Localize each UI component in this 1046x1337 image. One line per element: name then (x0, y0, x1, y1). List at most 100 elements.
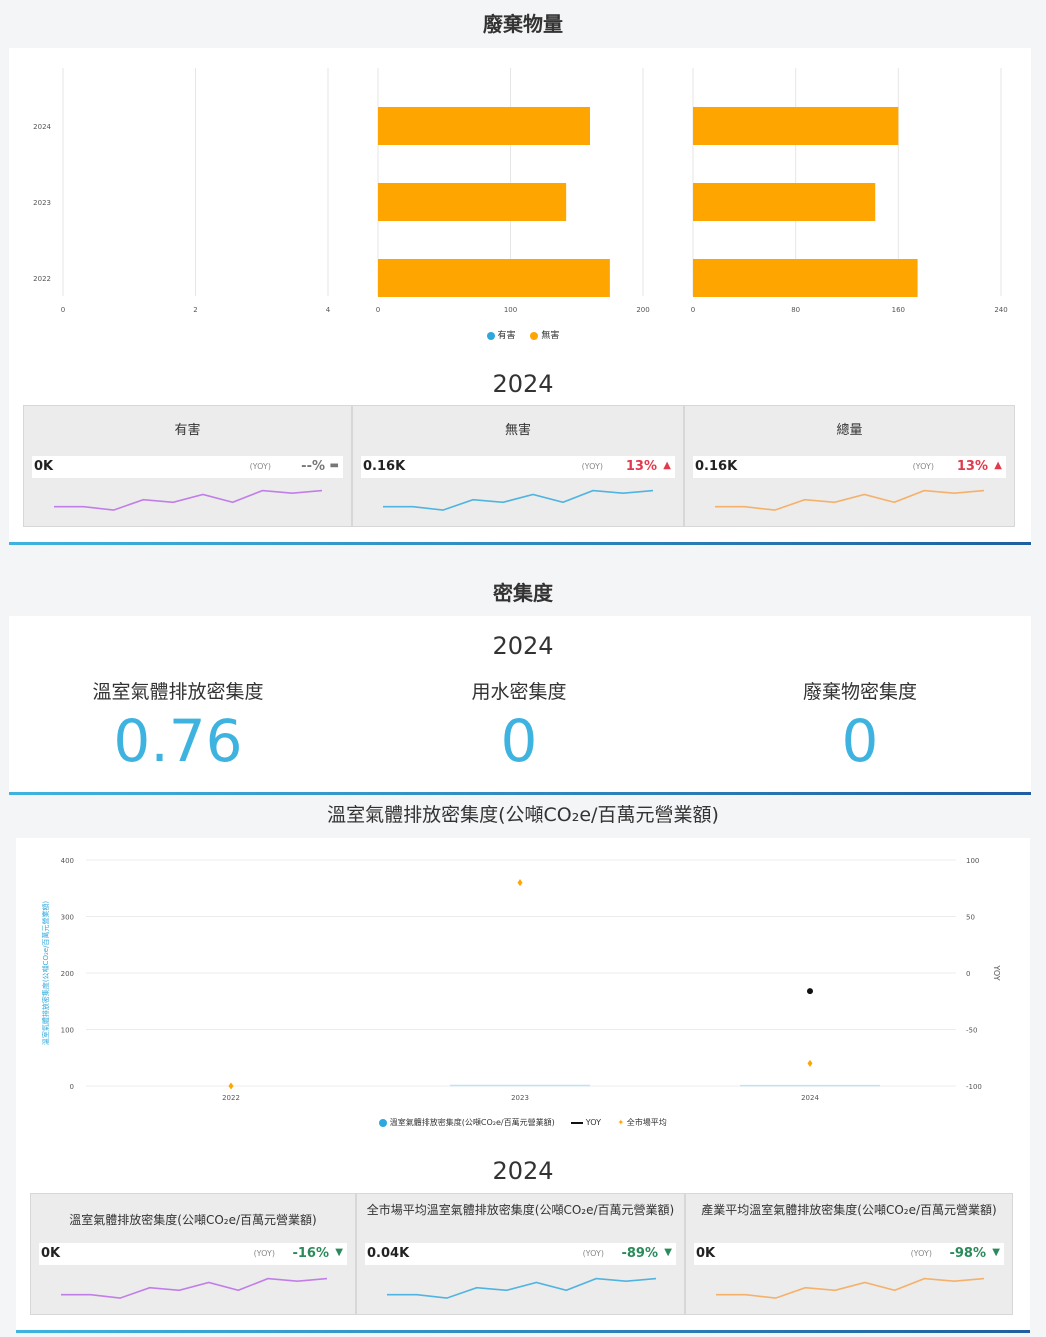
legend-item-yoy[interactable]: YOY (571, 1118, 603, 1127)
x-tick-label: 4 (326, 306, 331, 314)
y-tick-label: 2022 (33, 275, 51, 283)
kpi-row: 0K (YOY) -16% ▼ (39, 1243, 347, 1265)
density-section-title: 密集度 (493, 581, 553, 605)
kpi-yoy-value: 13% (956, 459, 988, 474)
ghg-legend: 溫室氣體排放密集度(公噸CO₂e/百萬元營業額) YOY ✦ 全市場平均 (0, 1117, 1046, 1128)
kpi-title: 無害 (504, 423, 531, 438)
kpi-card-nonhazardous[interactable]: 無害 0.16K (YOY) 13% ▲ (352, 405, 684, 527)
x-tick-label: 240 (994, 306, 1007, 314)
x-tick-label: 2 (193, 306, 197, 314)
legend-label-yoy: YOY (585, 1118, 601, 1127)
sparkline-path (715, 489, 985, 511)
series-market-avg-point (228, 1082, 234, 1090)
bar (378, 107, 590, 145)
legend-item-ghg[interactable]: 溫室氣體排放密集度(公噸CO₂e/百萬元營業額) (379, 1118, 557, 1127)
ghg-year: 2024 (492, 1157, 554, 1185)
waste-year: 2024 (492, 370, 554, 398)
sparkline-path (383, 489, 654, 511)
kpi-value: 0.04K (367, 1246, 410, 1261)
y-tick-label: 200 (61, 970, 74, 978)
x-tick-label: 0 (61, 306, 65, 314)
density-label-ghg: 溫室氣體排放密集度 (92, 681, 264, 703)
legend-dot-ghg (379, 1118, 388, 1127)
kpi-yoy-label: (YOY) (912, 462, 934, 471)
ghg-scatter-chart: 0 100 200 300 400 -100 -50 0 50 100 2022 2023 2024 溫室… (41, 857, 1001, 1102)
sparkline (61, 1277, 328, 1299)
kpi-yoy-value: 13% (625, 459, 657, 474)
x-tick-label: 2023 (511, 1094, 529, 1102)
x-tick-label: 2022 (222, 1094, 240, 1102)
kpi-row: 0K (YOY) -98% ▼ (694, 1243, 1004, 1265)
y-axis-label: 溫室氣體排放密集度(公噸CO₂e/百萬元營業額) (41, 901, 50, 1046)
bar (693, 183, 876, 221)
kpi-value: 0K (41, 1246, 61, 1261)
kpi-row: 0.16K (YOY) 13% ▲ (693, 456, 1006, 478)
x-tick-label: 100 (504, 306, 517, 314)
kpi-yoy-label: (YOY) (581, 462, 603, 471)
density-value-water: 0 (500, 707, 538, 775)
legend-item-market-avg[interactable]: ✦ 全市場平均 (618, 1118, 667, 1127)
kpi-yoy-value: -89% (621, 1246, 658, 1261)
sparkline (387, 1277, 657, 1299)
legend-label-nonhazardous: 無害 (541, 331, 560, 341)
kpi-title: 總量 (836, 423, 863, 438)
legend-label-ghg: 溫室氣體排放密集度(公噸CO₂e/百萬元營業額) (389, 1118, 555, 1127)
kpi-yoy-value: -98% (949, 1246, 986, 1261)
sparkline (383, 489, 654, 511)
kpi-card-ghg[interactable]: 溫室氣體排放密集度(公噸CO₂e/百萬元營業額) 0K (YOY) -16% ▼ (30, 1193, 356, 1315)
series-market-avg-point (517, 879, 523, 887)
kpi-yoy-value: --% (301, 459, 325, 474)
kpi-card-market-avg[interactable]: 全市場平均溫室氣體排放密集度(公噸CO₂e/百萬元營業額) 0.04K (YOY… (356, 1193, 685, 1315)
series-yoy-point (807, 988, 813, 995)
kpi-value: 0K (696, 1246, 716, 1261)
bar (693, 107, 899, 145)
sparkline-path (61, 1277, 328, 1299)
x-tick-label: 160 (892, 306, 905, 314)
x-tick-label: 2024 (801, 1094, 819, 1102)
bar (693, 259, 918, 297)
x-tick-label: 80 (791, 306, 800, 314)
legend-item-nonhazardous[interactable]: 無害 (530, 331, 559, 341)
y2-tick-label: -50 (966, 1027, 977, 1035)
y-tick-label: 100 (61, 1027, 74, 1035)
legend-line-yoy-icon (571, 1121, 584, 1124)
y-tick-label: 0 (70, 1083, 74, 1091)
sparkline-path (54, 489, 323, 511)
kpi-value: 0K (34, 459, 54, 474)
legend-dot-nonhazardous (530, 331, 539, 340)
y2-axis-label: YOY (992, 964, 1001, 980)
ghg-section-title: 溫室氣體排放密集度(公噸CO₂e/百萬元營業額) (327, 804, 719, 826)
sparkline-path (716, 1277, 985, 1299)
x-tick-label: 0 (691, 306, 695, 314)
legend-dot-hazardous (486, 331, 495, 340)
kpi-yoy-label: (YOY) (253, 1249, 275, 1258)
y2-tick-label: -100 (966, 1083, 982, 1091)
kpi-card-hazardous[interactable]: 有害 0K (YOY) --% ▬ (23, 405, 352, 527)
kpi-card-industry-avg[interactable]: 產業平均溫室氣體排放密集度(公噸CO₂e/百萬元營業額) 0K (YOY) -9… (685, 1193, 1013, 1315)
waste-section-title: 廢棄物量 (483, 12, 563, 36)
sparkline (54, 489, 323, 511)
trend-up-icon: ▲ (663, 460, 671, 471)
legend-item-hazardous[interactable]: 有害 (486, 331, 519, 341)
kpi-title: 溫室氣體排放密集度(公噸CO₂e/百萬元營業額) (69, 1213, 317, 1227)
y2-tick-label: 50 (966, 914, 975, 922)
trend-down-icon: ▼ (335, 1247, 343, 1258)
density-year: 2024 (492, 632, 554, 660)
density-label-water: 用水密集度 (471, 681, 567, 703)
sparkline (716, 1277, 985, 1299)
kpi-value: 0.16K (695, 459, 738, 474)
x-tick-label: 200 (636, 306, 649, 314)
trend-flat-icon: ▬ (329, 460, 339, 471)
trend-down-icon: ▼ (992, 1247, 1000, 1258)
y2-tick-label: 100 (966, 857, 979, 865)
kpi-card-total[interactable]: 總量 0.16K (YOY) 13% ▲ (684, 405, 1015, 527)
y-tick-label: 2024 (33, 123, 51, 131)
kpi-yoy-label: (YOY) (582, 1249, 604, 1258)
kpi-title: 全市場平均溫室氣體排放密集度(公噸CO₂e/百萬元營業額) (366, 1203, 675, 1217)
bar (378, 183, 567, 221)
kpi-yoy-value: -16% (292, 1246, 329, 1261)
waste-legend: 有害 無害 (0, 328, 1046, 341)
density-value-ghg: 0.76 (113, 707, 243, 775)
kpi-row: 0.04K (YOY) -89% ▼ (365, 1243, 676, 1265)
kpi-yoy-label: (YOY) (910, 1249, 932, 1258)
